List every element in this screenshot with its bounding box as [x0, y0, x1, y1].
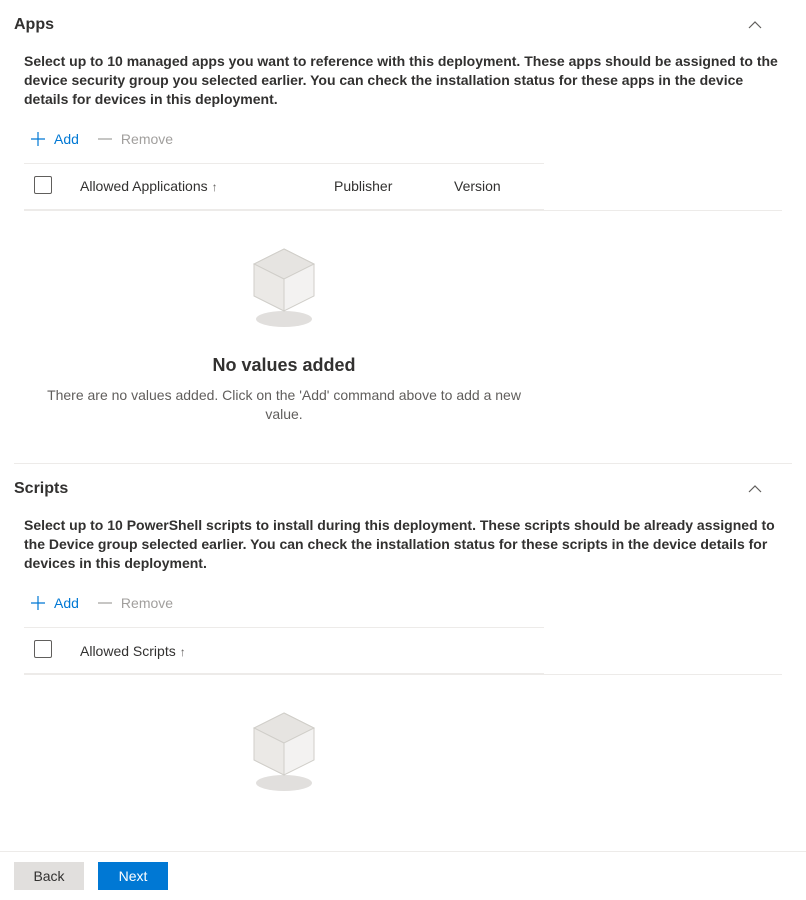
plus-icon — [30, 595, 46, 611]
next-button[interactable]: Next — [98, 862, 168, 890]
apps-section-body: Select up to 10 managed apps you want to… — [14, 42, 792, 463]
wizard-footer: Back Next — [0, 851, 806, 900]
empty-subtitle: There are no values added. Click on the … — [44, 386, 524, 424]
column-allowed-scripts[interactable]: Allowed Scripts↑ — [70, 628, 544, 674]
remove-label: Remove — [121, 131, 173, 147]
empty-box-icon — [239, 241, 329, 331]
empty-box-icon — [239, 705, 329, 795]
select-all-cell[interactable] — [24, 628, 70, 674]
minus-icon — [97, 595, 113, 611]
apps-section: Apps Select up to 10 managed apps you wa… — [0, 0, 806, 463]
remove-label: Remove — [121, 595, 173, 611]
scripts-remove-button: Remove — [95, 591, 175, 615]
add-label: Add — [54, 131, 79, 147]
column-publisher[interactable]: Publisher — [324, 163, 444, 209]
apps-table: Allowed Applications↑ Publisher Version — [24, 163, 782, 211]
scripts-section-header[interactable]: Scripts — [14, 464, 792, 506]
empty-title: No values added — [44, 355, 524, 376]
scripts-toolbar: Add Remove — [24, 591, 782, 615]
back-button[interactable]: Back — [14, 862, 84, 890]
apps-section-title: Apps — [14, 16, 54, 34]
apps-toolbar: Add Remove — [24, 127, 782, 151]
column-version[interactable]: Version — [444, 163, 544, 209]
apps-add-button[interactable]: Add — [28, 127, 81, 151]
select-all-cell[interactable] — [24, 163, 70, 209]
plus-icon — [30, 131, 46, 147]
sort-asc-icon: ↑ — [180, 645, 186, 659]
column-allowed-apps[interactable]: Allowed Applications↑ — [70, 163, 324, 209]
chevron-up-icon — [748, 482, 762, 496]
select-all-checkbox[interactable] — [34, 176, 52, 194]
apps-remove-button: Remove — [95, 127, 175, 151]
apps-empty-state: No values added There are no values adde… — [24, 211, 544, 434]
add-label: Add — [54, 595, 79, 611]
scripts-table: Allowed Scripts↑ — [24, 627, 782, 675]
scripts-description: Select up to 10 PowerShell scripts to in… — [24, 516, 782, 573]
apps-description: Select up to 10 managed apps you want to… — [24, 52, 782, 109]
chevron-up-icon — [748, 18, 762, 32]
select-all-checkbox[interactable] — [34, 640, 52, 658]
sort-asc-icon: ↑ — [212, 180, 218, 194]
scripts-add-button[interactable]: Add — [28, 591, 81, 615]
minus-icon — [97, 131, 113, 147]
apps-section-header[interactable]: Apps — [14, 0, 792, 42]
scripts-empty-state — [24, 675, 544, 795]
scripts-section-body: Select up to 10 PowerShell scripts to in… — [14, 506, 792, 795]
scripts-section: Scripts Select up to 10 PowerShell scrip… — [0, 464, 806, 795]
scripts-section-title: Scripts — [14, 480, 68, 498]
